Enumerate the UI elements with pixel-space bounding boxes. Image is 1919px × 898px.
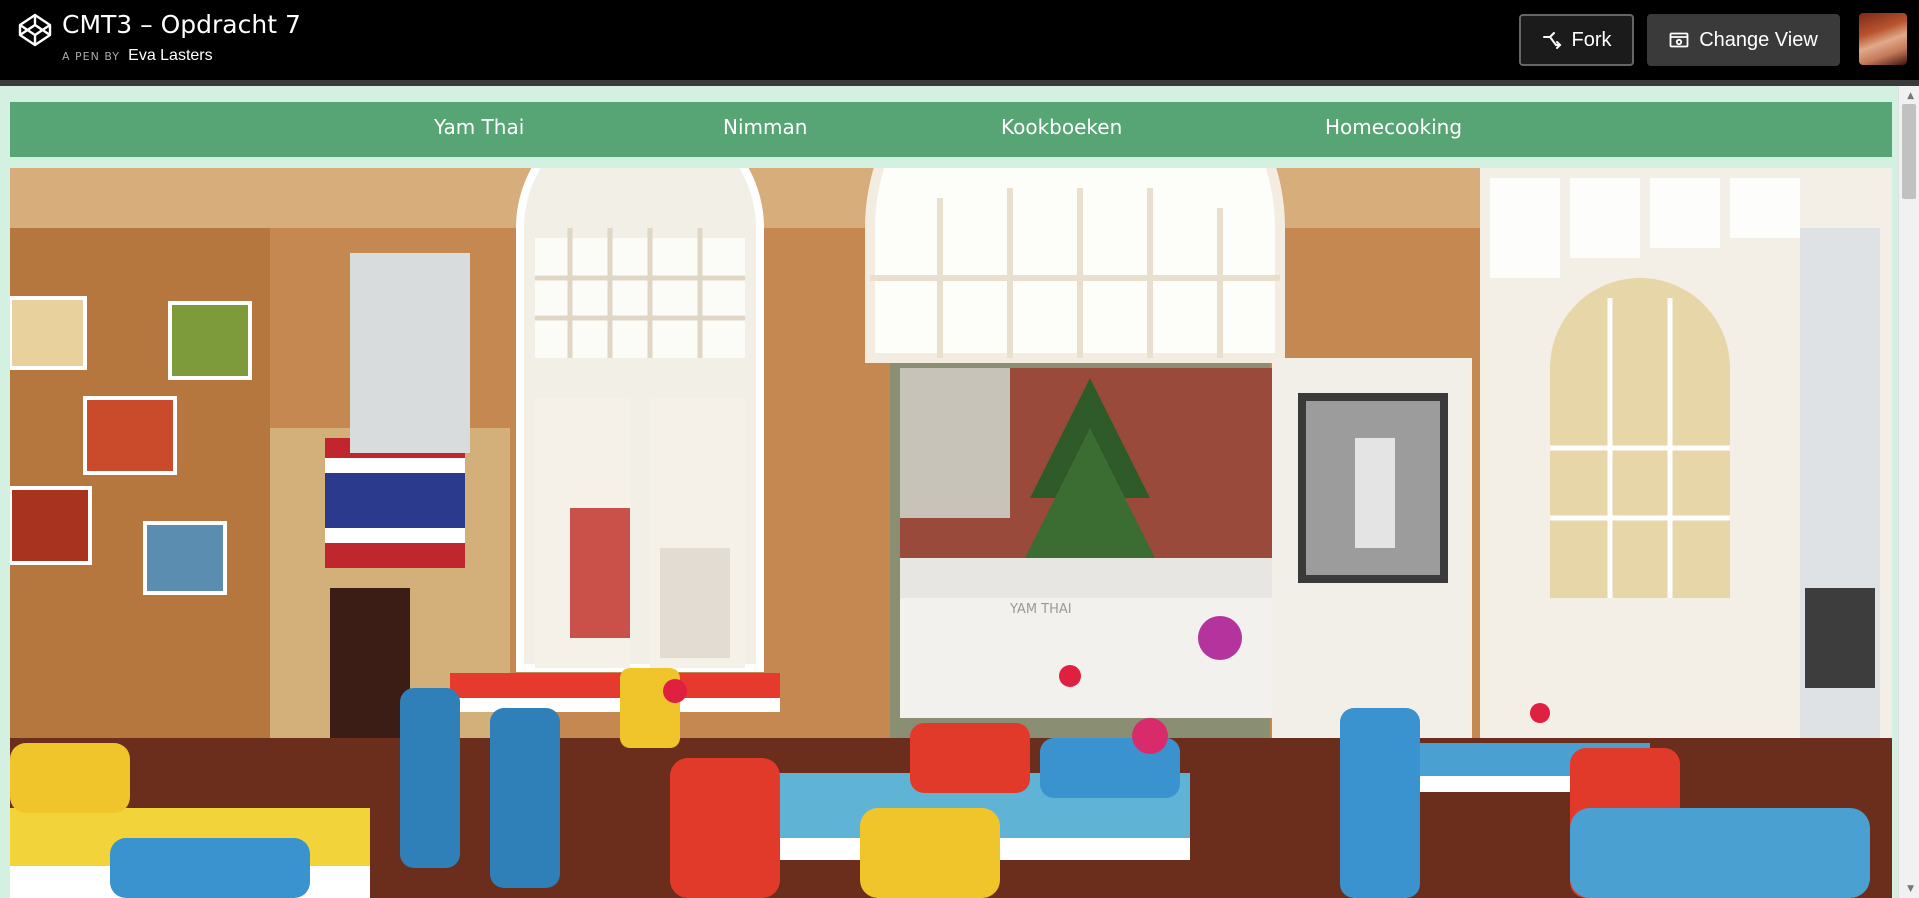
pen-byline: A PEN BY Eva Lasters [62, 47, 213, 65]
codepen-header: CMT3 – Opdracht 7 A PEN BY Eva Lasters F… [0, 0, 1919, 80]
codepen-logo-icon[interactable] [18, 13, 52, 47]
fork-label: Fork [1571, 28, 1612, 51]
nav-item-kookboeken[interactable]: Kookboeken [1001, 115, 1122, 139]
change-view-button[interactable]: Change View [1647, 14, 1840, 66]
nav-item-nimman[interactable]: Nimman [723, 115, 807, 139]
byline-prefix: A PEN BY [62, 50, 120, 63]
nav-item-yam-thai[interactable]: Yam Thai [434, 115, 524, 139]
fork-icon [1542, 32, 1561, 49]
nav-item-homecooking[interactable]: Homecooking [1325, 115, 1462, 139]
pen-preview: Yam Thai Nimman Kookboeken Homecooking Y… [0, 86, 1919, 898]
fork-button[interactable]: Fork [1519, 14, 1634, 66]
scroll-thumb[interactable] [1902, 104, 1916, 199]
window-sign-text: YAM THAI [1009, 602, 1072, 617]
restaurant-photo: YAM THAI [10, 168, 1892, 898]
change-view-label: Change View [1699, 28, 1818, 51]
preview-scrollbar[interactable]: ▲ ▼ [1898, 86, 1919, 898]
author-link[interactable]: Eva Lasters [128, 47, 212, 64]
site-nav: Yam Thai Nimman Kookboeken Homecooking [10, 102, 1892, 157]
scroll-down-arrow-icon[interactable]: ▼ [1907, 884, 1914, 894]
user-avatar[interactable] [1859, 13, 1907, 65]
pen-title: CMT3 – Opdracht 7 [62, 10, 301, 39]
change-view-icon [1669, 32, 1689, 48]
scroll-up-arrow-icon[interactable]: ▲ [1907, 91, 1914, 101]
